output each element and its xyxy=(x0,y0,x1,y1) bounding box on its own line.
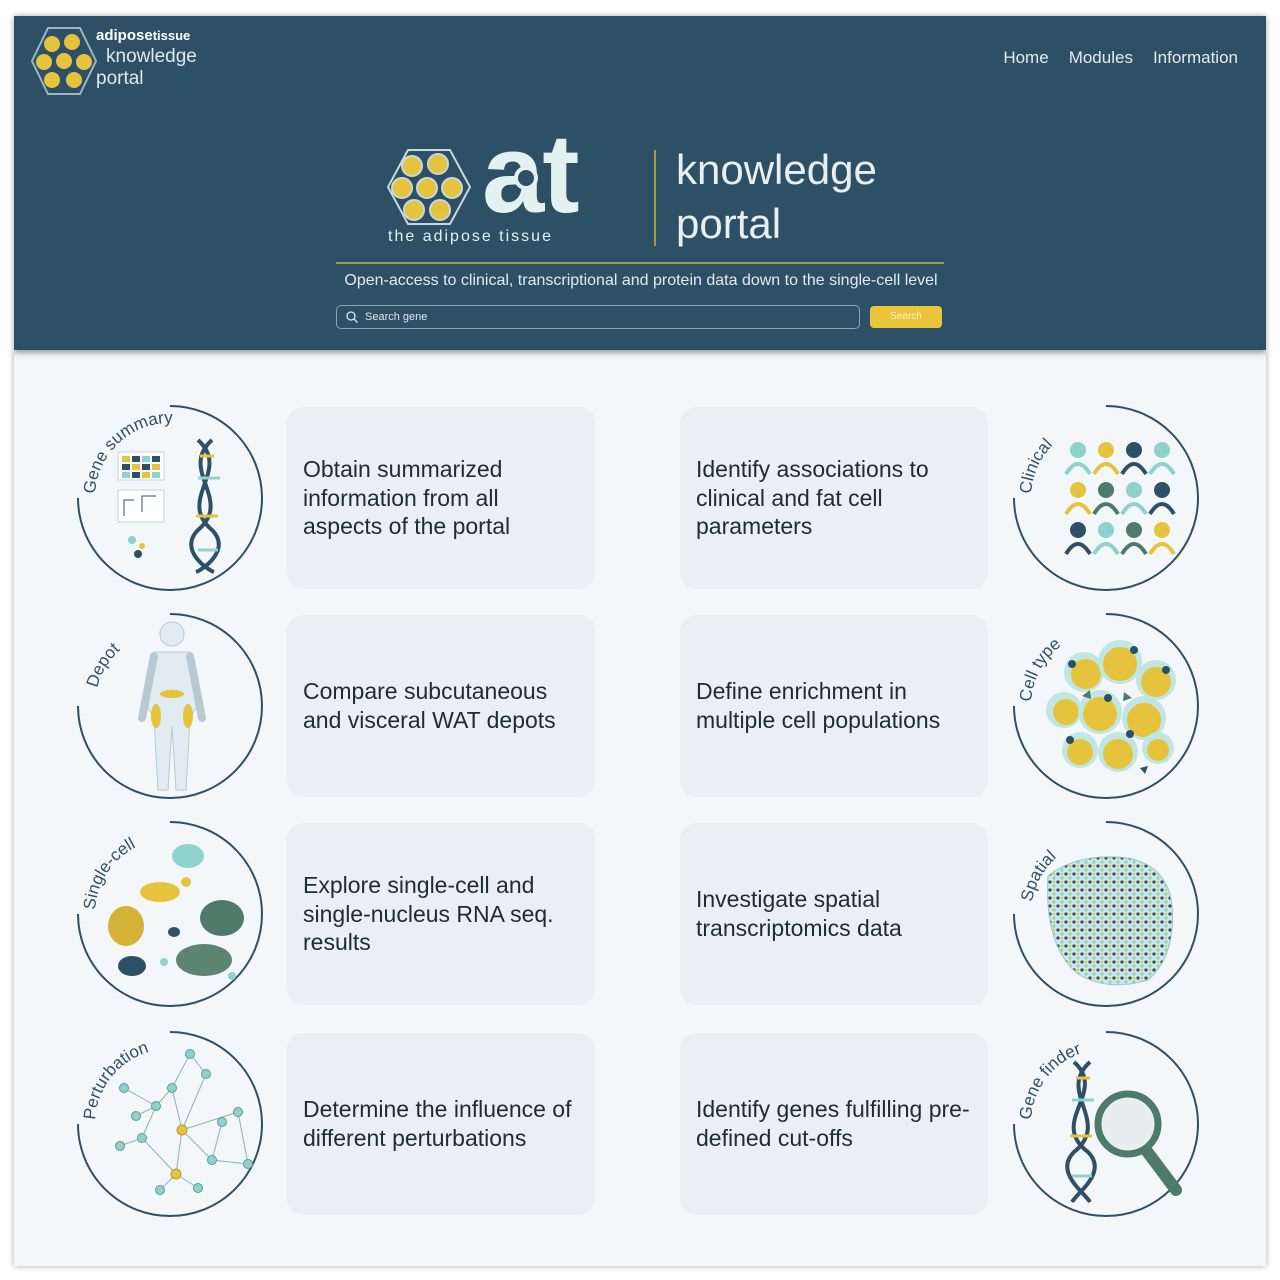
module-description: Determine the influence of different per… xyxy=(303,1096,572,1151)
svg-text:Perturbation: Perturbation xyxy=(80,1038,151,1121)
module-card-spatial[interactable]: Investigate spatial transcriptomics data xyxy=(680,823,988,1005)
module-cell-type[interactable]: Cell type xyxy=(1008,608,1204,804)
hexagon-logo-icon xyxy=(30,27,98,95)
site-tagline: Open-access to clinical, transcriptional… xyxy=(344,272,938,289)
hero-word-portal: portal xyxy=(676,200,782,247)
hero-underline xyxy=(336,262,944,264)
main-nav: Home Modules Information xyxy=(1003,48,1238,68)
module-label-gene-summary: Gene summary xyxy=(80,408,173,495)
hero-word-knowledge: knowledge xyxy=(676,146,877,193)
module-label-gene-finder: Gene finder xyxy=(1016,1039,1084,1121)
module-label-clinical: Clinical xyxy=(1016,435,1056,495)
nav-home[interactable]: Home xyxy=(1003,48,1048,68)
module-gene-finder[interactable]: Gene finder xyxy=(1008,1026,1204,1222)
brand-logo[interactable]: adiposetissue knowledge portal xyxy=(30,24,230,104)
hero-letter-dot xyxy=(514,166,538,190)
search-input[interactable]: Search gene xyxy=(336,305,860,329)
module-description: Identify genes fulfilling pre-defined cu… xyxy=(696,1096,970,1151)
brand-name-adipose: adipose xyxy=(96,27,153,44)
search-button[interactable]: Search xyxy=(870,306,942,328)
brand-name-knowledge: knowledge xyxy=(106,46,197,67)
search-icon xyxy=(346,311,358,323)
module-card-gene-summary[interactable]: Obtain summarized information from all a… xyxy=(287,407,595,589)
hero-divider xyxy=(654,150,656,246)
module-card-cell-type[interactable]: Define enrichment in multiple cell popul… xyxy=(680,615,988,797)
module-label-single-cell: Single-cell xyxy=(80,834,138,911)
people-icon xyxy=(1064,442,1176,556)
module-description: Define enrichment in multiple cell popul… xyxy=(696,678,941,733)
brand-name-portal: portal xyxy=(96,68,144,89)
page-frame: adiposetissue knowledge portal Home Modu… xyxy=(14,16,1266,1266)
svg-text:Gene summary: Gene summary xyxy=(80,408,173,495)
module-card-clinical[interactable]: Identify associations to clinical and fa… xyxy=(680,407,988,589)
hero-tagline: the adipose tissue xyxy=(388,228,553,245)
module-spatial[interactable]: Spatial xyxy=(1008,816,1204,1012)
hexagon-cells-icon xyxy=(386,149,472,225)
svg-text:Gene finder: Gene finder xyxy=(1016,1039,1084,1121)
module-label-cell-type: Cell type xyxy=(1016,634,1064,703)
module-card-perturbation[interactable]: Determine the influence of different per… xyxy=(287,1033,595,1215)
nav-modules[interactable]: Modules xyxy=(1069,48,1133,68)
umap-icon xyxy=(108,844,244,980)
nav-information[interactable]: Information xyxy=(1153,48,1238,68)
module-depot[interactable]: Depot xyxy=(72,608,268,804)
module-single-cell[interactable]: Single-cell xyxy=(72,816,268,1012)
brand-name-tissue: tissue xyxy=(152,28,191,43)
module-description: Obtain summarized information from all a… xyxy=(303,455,511,540)
module-perturbation[interactable]: Perturbation xyxy=(72,1026,268,1222)
module-card-single-cell[interactable]: Explore single-cell and single-nucleus R… xyxy=(287,823,595,1005)
module-description: Explore single-cell and single-nucleus R… xyxy=(303,871,554,956)
svg-text:Clinical: Clinical xyxy=(1016,435,1056,495)
svg-text:Single-cell: Single-cell xyxy=(80,834,138,911)
body-icon xyxy=(138,621,206,791)
spatial-map-icon xyxy=(1047,856,1173,986)
module-gene-summary[interactable]: Gene summary xyxy=(72,400,268,596)
module-label-perturbation: Perturbation xyxy=(80,1038,151,1121)
svg-text:Cell type: Cell type xyxy=(1016,634,1064,703)
dna-magnifier-icon xyxy=(1065,1060,1182,1204)
dna-heatmap-icon xyxy=(117,438,221,574)
header: adiposetissue knowledge portal Home Modu… xyxy=(14,16,1266,350)
module-description: Investigate spatial transcriptomics data xyxy=(696,886,902,941)
module-label-depot: Depot xyxy=(83,639,124,690)
module-description: Compare subcutaneous and visceral WAT de… xyxy=(303,678,556,733)
search-placeholder: Search gene xyxy=(365,311,428,323)
adipocytes-icon xyxy=(1046,640,1176,774)
module-description: Identify associations to clinical and fa… xyxy=(696,455,929,540)
hero-logo: at the adipose tissue knowledge portal xyxy=(386,118,946,264)
svg-text:Depot: Depot xyxy=(83,639,124,690)
network-icon xyxy=(115,1049,253,1195)
module-clinical[interactable]: Clinical xyxy=(1008,400,1204,596)
module-card-depot[interactable]: Compare subcutaneous and visceral WAT de… xyxy=(287,615,595,797)
module-card-gene-finder[interactable]: Identify genes fulfilling pre-defined cu… xyxy=(680,1033,988,1215)
